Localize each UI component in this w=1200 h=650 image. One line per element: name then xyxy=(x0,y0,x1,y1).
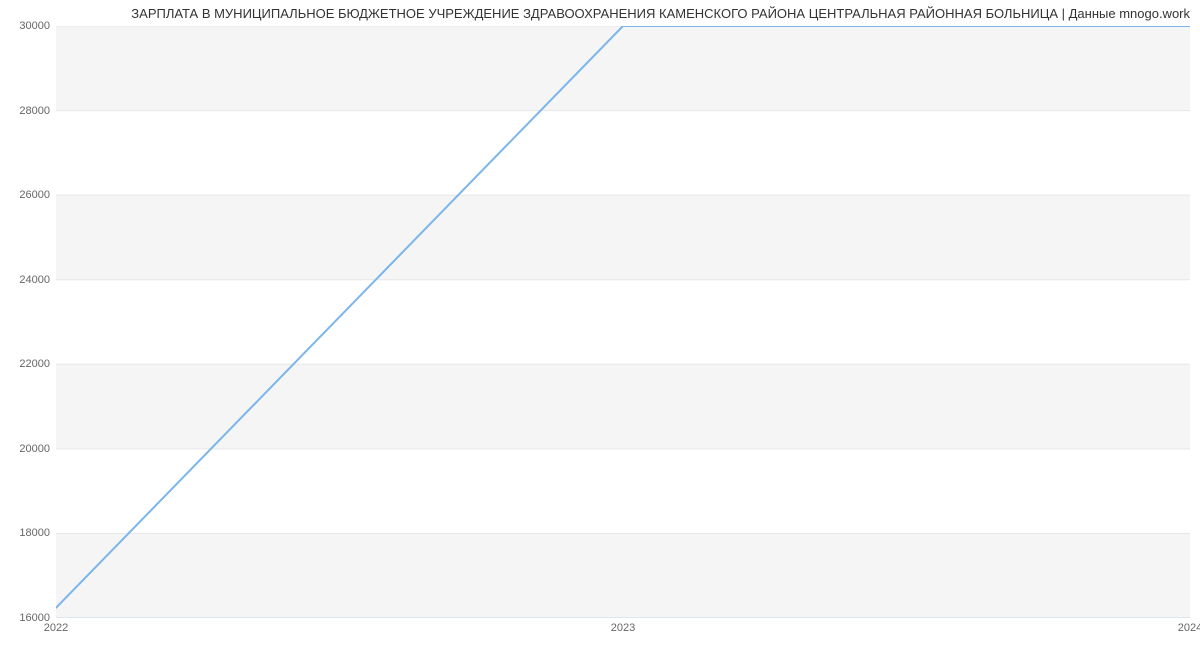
y-tick-label: 18000 xyxy=(6,527,50,539)
x-tick-label: 2023 xyxy=(611,622,635,634)
chart-svg xyxy=(56,26,1190,618)
y-tick-label: 24000 xyxy=(6,274,50,286)
chart-title: ЗАРПЛАТА В МУНИЦИПАЛЬНОЕ БЮДЖЕТНОЕ УЧРЕЖ… xyxy=(131,6,1190,21)
salary-chart: ЗАРПЛАТА В МУНИЦИПАЛЬНОЕ БЮДЖЕТНОЕ УЧРЕЖ… xyxy=(0,0,1200,650)
y-tick-label: 26000 xyxy=(6,189,50,201)
y-tick-label: 22000 xyxy=(6,358,50,370)
line-series-salary[interactable] xyxy=(56,26,1190,608)
x-tick-label: 2024 xyxy=(1178,622,1200,634)
y-tick-label: 20000 xyxy=(6,443,50,455)
y-tick-label: 30000 xyxy=(6,20,50,32)
y-tick-label: 28000 xyxy=(6,105,50,117)
x-tick-label: 2022 xyxy=(44,622,68,634)
plot-area[interactable] xyxy=(56,26,1190,618)
